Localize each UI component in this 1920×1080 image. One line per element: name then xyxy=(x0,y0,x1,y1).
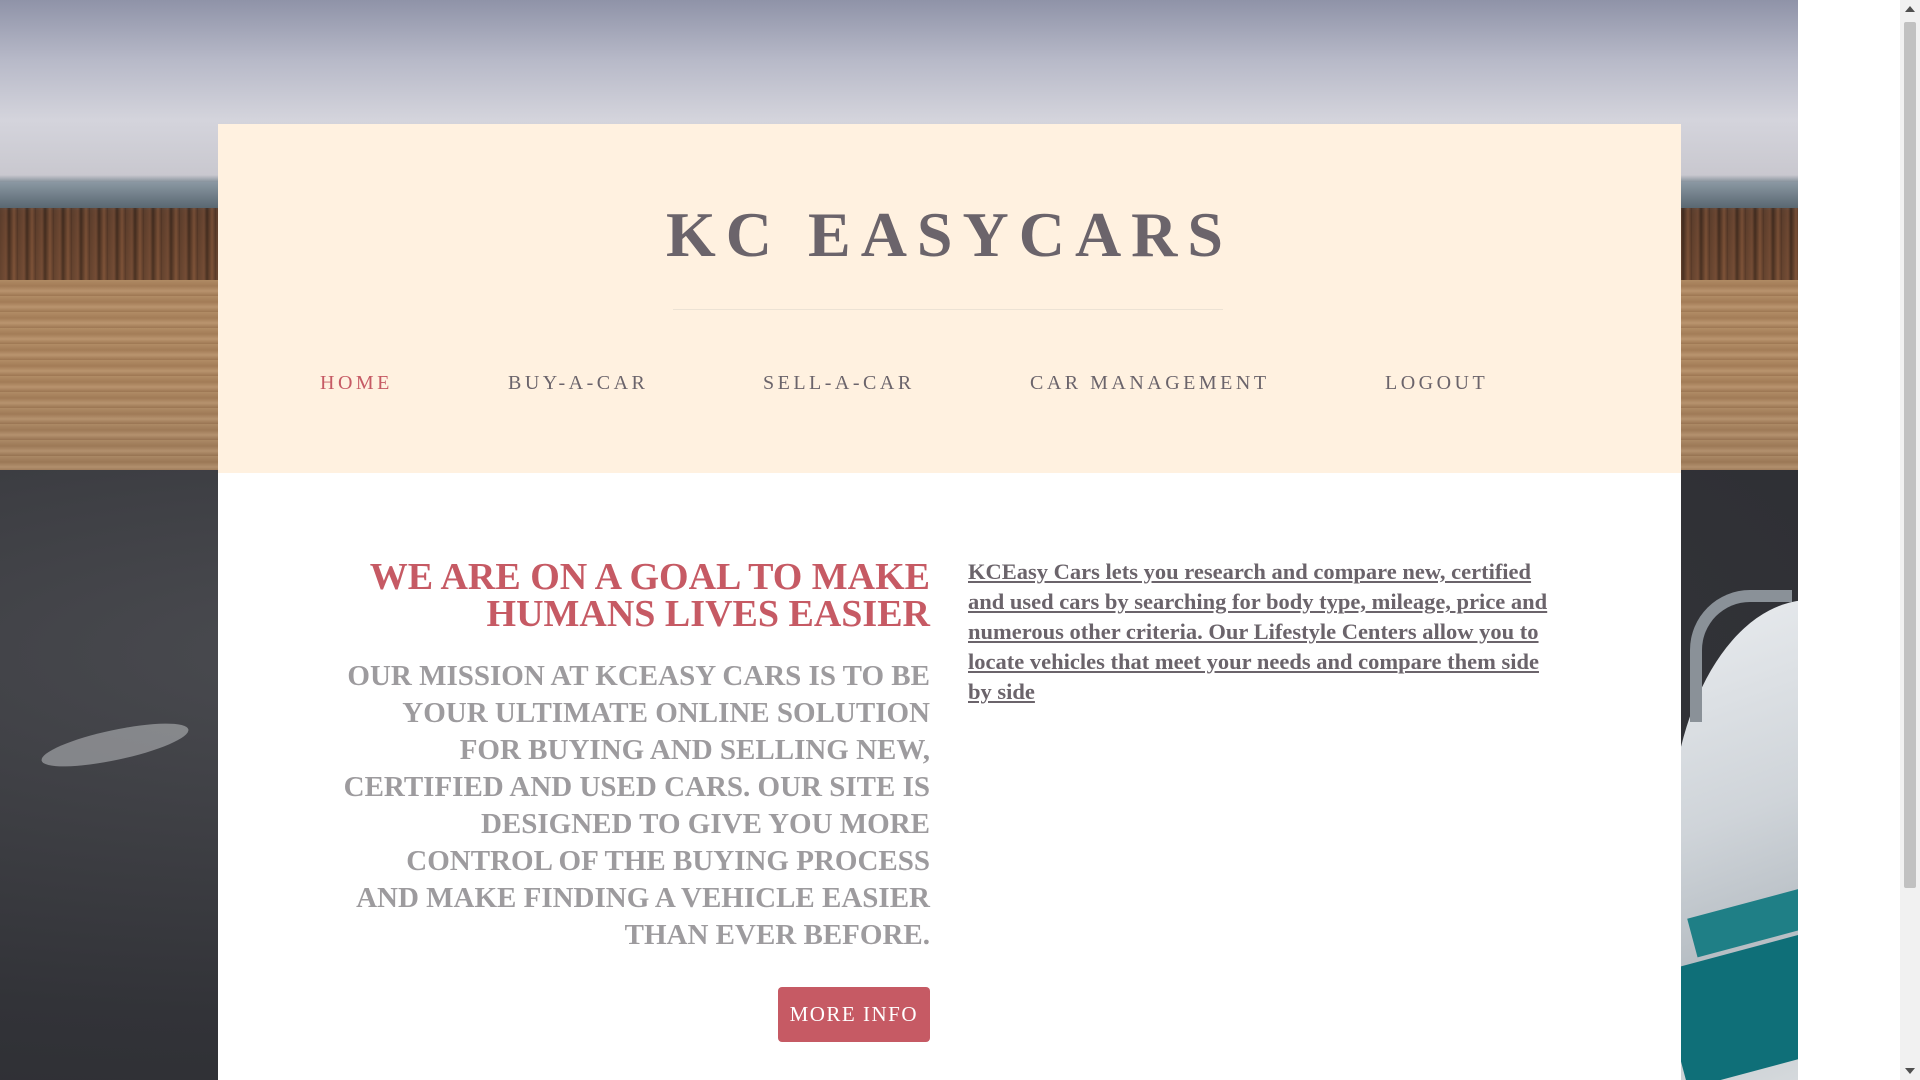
mission-column: WE ARE ON A GOAL TO MAKE HUMANS LIVES EA… xyxy=(338,556,930,1042)
nav-item-home[interactable]: HOME xyxy=(320,372,393,395)
scrollbar-thumb[interactable] xyxy=(1904,22,1916,888)
main-content: WE ARE ON A GOAL TO MAKE HUMANS LIVES EA… xyxy=(218,473,1681,1080)
nav-item-logout[interactable]: LOGOUT xyxy=(1385,372,1488,395)
site-header: KC EASYCARS HOME BUY-A-CAR SELL-A-CAR CA… xyxy=(218,124,1681,473)
vertical-scrollbar[interactable] xyxy=(1900,0,1920,1080)
page-container: KC EASYCARS HOME BUY-A-CAR SELL-A-CAR CA… xyxy=(218,124,1681,1080)
mission-headline: WE ARE ON A GOAL TO MAKE HUMANS LIVES EA… xyxy=(369,556,930,635)
nav-item-sell-a-car[interactable]: SELL-A-CAR xyxy=(763,372,915,395)
background-car xyxy=(1657,590,1798,1080)
more-info-button[interactable]: MORE INFO xyxy=(777,987,930,1042)
description-link[interactable]: KCEasy Cars lets you research and compar… xyxy=(968,559,1547,704)
scroll-down-arrow-icon[interactable] xyxy=(1905,1068,1915,1074)
nav-item-car-management[interactable]: CAR MANAGEMENT xyxy=(1030,372,1270,395)
description-column: KCEasy Cars lets you research and compar… xyxy=(968,557,1568,707)
nav-item-buy-a-car[interactable]: BUY-A-CAR xyxy=(508,372,648,395)
site-title[interactable]: KC EASYCARS xyxy=(218,198,1681,272)
mission-text: OUR MISSION AT KCEASY CARS IS TO BE YOUR… xyxy=(343,660,930,951)
car-rollbar xyxy=(1690,590,1792,722)
title-divider xyxy=(673,309,1223,310)
main-nav: HOME BUY-A-CAR SELL-A-CAR CAR MANAGEMENT… xyxy=(218,372,1681,412)
scroll-up-arrow-icon[interactable] xyxy=(1905,6,1915,12)
